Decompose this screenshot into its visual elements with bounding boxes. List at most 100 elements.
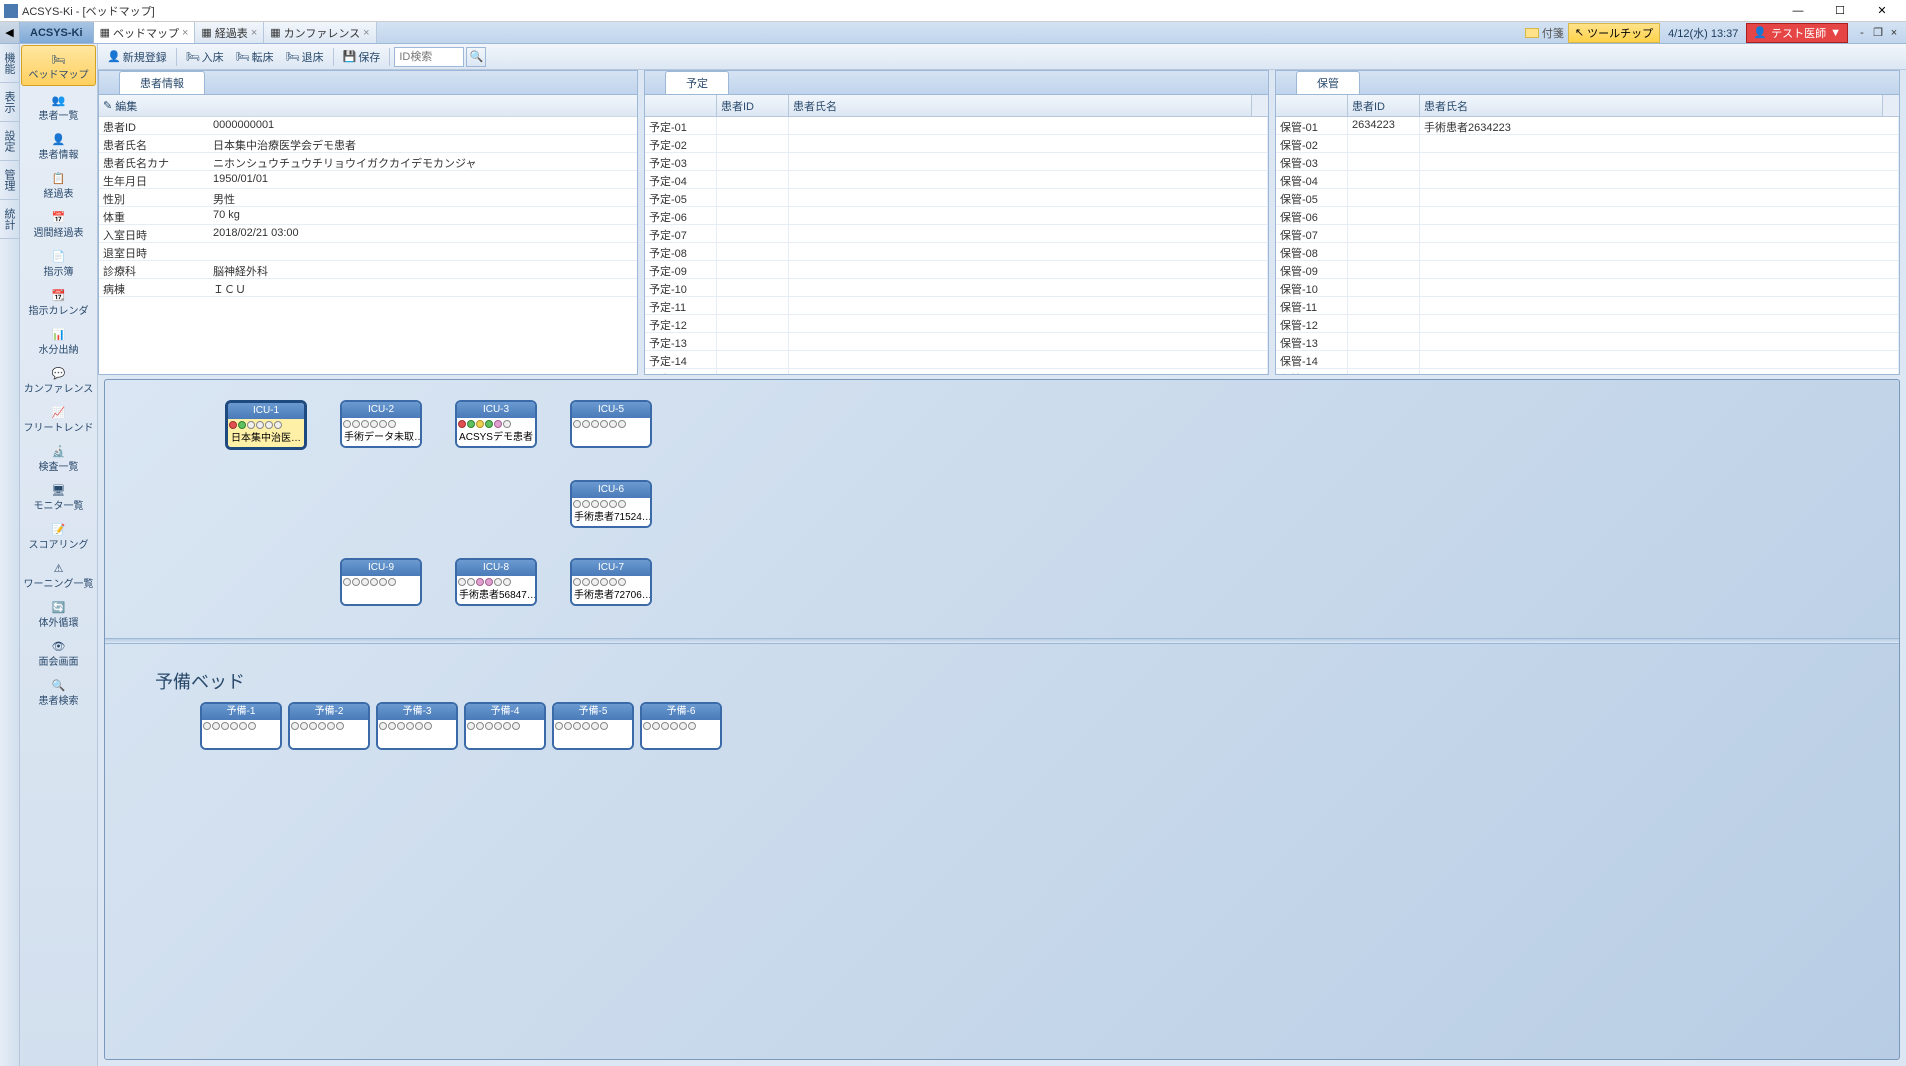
- table-row[interactable]: 保管-07: [1276, 225, 1899, 243]
- menubar-tab[interactable]: ▦ベッドマップ×: [94, 22, 196, 43]
- bed-tile[interactable]: ICU-7手術患者72706…: [570, 558, 652, 606]
- acsys-menu[interactable]: ACSYS-Ki: [20, 22, 94, 43]
- tab-close-icon[interactable]: ×: [182, 27, 188, 39]
- sidebar-group-label[interactable]: 表示: [0, 83, 19, 122]
- sidebar-item[interactable]: ⚠ワーニング一覧: [20, 555, 97, 594]
- table-row[interactable]: 予定-10: [645, 279, 1268, 297]
- bed-tile[interactable]: ICU-1日本集中治医…: [225, 400, 307, 450]
- spare-bed-tile[interactable]: 予備-5: [552, 702, 634, 750]
- spare-bed-tile[interactable]: 予備-4: [464, 702, 546, 750]
- table-row[interactable]: 保管-09: [1276, 261, 1899, 279]
- sidebar-item[interactable]: 📄指示簿: [20, 243, 97, 282]
- cell-pname: [1420, 297, 1899, 314]
- table-row[interactable]: 予定-14: [645, 351, 1268, 369]
- bed-tile[interactable]: ICU-8手術患者56847…: [455, 558, 537, 606]
- table-row[interactable]: 予定-05: [645, 189, 1268, 207]
- menubar-tab[interactable]: ▦カンファレンス×: [264, 22, 376, 43]
- table-row[interactable]: 保管-13: [1276, 333, 1899, 351]
- tab-close-icon[interactable]: ×: [363, 27, 369, 39]
- cell-pname: [1420, 369, 1899, 374]
- new-register-button[interactable]: 👤 新規登録: [102, 47, 172, 67]
- table-row[interactable]: 保管-08: [1276, 243, 1899, 261]
- bed-tile[interactable]: ICU-5: [570, 400, 652, 448]
- id-search-input[interactable]: [394, 47, 464, 67]
- spare-bed-tile[interactable]: 予備-1: [200, 702, 282, 750]
- table-row[interactable]: 予定-09: [645, 261, 1268, 279]
- bed-tile[interactable]: ICU-9: [340, 558, 422, 606]
- fusen-indicator[interactable]: 付箋: [1523, 25, 1566, 41]
- mdi-minimize-button[interactable]: -: [1854, 25, 1870, 41]
- sidebar-group-label[interactable]: 管理: [0, 161, 19, 200]
- sidebar-item[interactable]: 💬カンファレンス: [20, 360, 97, 399]
- scrollbar[interactable]: [1883, 95, 1899, 116]
- table-row[interactable]: 保管-05: [1276, 189, 1899, 207]
- tab-close-icon[interactable]: ×: [251, 27, 257, 39]
- table-row[interactable]: 保管-11: [1276, 297, 1899, 315]
- tooltip-button[interactable]: ↖ ツールチップ: [1568, 23, 1660, 43]
- save-button[interactable]: 💾 保存: [338, 47, 386, 67]
- table-row[interactable]: 予定-12: [645, 315, 1268, 333]
- sidebar-item[interactable]: 📆指示カレンダ: [20, 282, 97, 321]
- storage-tab[interactable]: 保管: [1296, 71, 1360, 94]
- table-row[interactable]: 予定-13: [645, 333, 1268, 351]
- sidebar-item[interactable]: 🔍患者検索: [20, 672, 97, 711]
- scrollbar[interactable]: [1252, 95, 1268, 116]
- sidebar-group-label[interactable]: 統計: [0, 200, 19, 239]
- minimize-button[interactable]: —: [1778, 2, 1818, 20]
- table-row[interactable]: 保管-02: [1276, 135, 1899, 153]
- sidebar-item[interactable]: 📋経過表: [20, 165, 97, 204]
- menubar-handle[interactable]: ◀: [0, 22, 20, 43]
- schedule-tab[interactable]: 予定: [665, 71, 729, 94]
- discharge-button[interactable]: 🛏 退床: [281, 47, 329, 67]
- sidebar-item[interactable]: 👥患者一覧: [20, 87, 97, 126]
- id-search-button[interactable]: 🔍: [466, 47, 486, 67]
- table-row[interactable]: 予定-02: [645, 135, 1268, 153]
- table-row[interactable]: 予定-11: [645, 297, 1268, 315]
- sidebar-group-label[interactable]: 機能: [0, 44, 19, 83]
- status-dot-icon: [352, 420, 360, 428]
- table-row[interactable]: 保管-012634223手術患者2634223: [1276, 117, 1899, 135]
- bed-id: 予備-5: [554, 704, 632, 720]
- sidebar-item[interactable]: 🖥モニタ一覧: [20, 477, 97, 516]
- menubar-tab[interactable]: ▦経過表×: [195, 22, 264, 43]
- table-row[interactable]: 保管-04: [1276, 171, 1899, 189]
- sidebar-item[interactable]: 👤患者情報: [20, 126, 97, 165]
- close-button[interactable]: ✕: [1862, 2, 1902, 20]
- edit-button[interactable]: ✎ 編集: [99, 95, 637, 117]
- sidebar-item[interactable]: 👁面会画面: [20, 633, 97, 672]
- sidebar-item[interactable]: 🔬検査一覧: [20, 438, 97, 477]
- table-row[interactable]: 保管-10: [1276, 279, 1899, 297]
- table-row[interactable]: 予定-03: [645, 153, 1268, 171]
- mdi-close-button[interactable]: ×: [1886, 25, 1902, 41]
- spare-bed-tile[interactable]: 予備-2: [288, 702, 370, 750]
- user-menu[interactable]: 👤 テスト医師 ▼: [1746, 23, 1848, 43]
- bed-tile[interactable]: ICU-6手術患者71524…: [570, 480, 652, 528]
- mdi-restore-button[interactable]: ❐: [1870, 25, 1886, 41]
- bed-tile[interactable]: ICU-3ACSYSデモ患者: [455, 400, 537, 448]
- admit-button[interactable]: 🛏 入床: [181, 47, 229, 67]
- patient-info-tab[interactable]: 患者情報: [119, 71, 205, 94]
- table-row[interactable]: 予定-08: [645, 243, 1268, 261]
- table-row[interactable]: 保管-03: [1276, 153, 1899, 171]
- table-row[interactable]: 予定-15: [645, 369, 1268, 374]
- table-row[interactable]: 保管-15: [1276, 369, 1899, 374]
- spare-bed-tile[interactable]: 予備-6: [640, 702, 722, 750]
- table-row[interactable]: 予定-04: [645, 171, 1268, 189]
- sidebar-item[interactable]: 📅週間経過表: [20, 204, 97, 243]
- sidebar-item[interactable]: 🔄体外循環: [20, 594, 97, 633]
- table-row[interactable]: 保管-06: [1276, 207, 1899, 225]
- table-row[interactable]: 予定-01: [645, 117, 1268, 135]
- table-row[interactable]: 保管-14: [1276, 351, 1899, 369]
- sidebar-item[interactable]: 📈フリートレンド: [20, 399, 97, 438]
- transfer-button[interactable]: 🛏 転床: [231, 47, 279, 67]
- sidebar-item[interactable]: 📊水分出納: [20, 321, 97, 360]
- sidebar-item[interactable]: 🛏ベッドマップ: [21, 45, 96, 86]
- table-row[interactable]: 予定-07: [645, 225, 1268, 243]
- table-row[interactable]: 予定-06: [645, 207, 1268, 225]
- sidebar-item[interactable]: 📝スコアリング: [20, 516, 97, 555]
- maximize-button[interactable]: ☐: [1820, 2, 1860, 20]
- sidebar-group-label[interactable]: 設定: [0, 122, 19, 161]
- bed-tile[interactable]: ICU-2手術データ未取…: [340, 400, 422, 448]
- spare-bed-tile[interactable]: 予備-3: [376, 702, 458, 750]
- table-row[interactable]: 保管-12: [1276, 315, 1899, 333]
